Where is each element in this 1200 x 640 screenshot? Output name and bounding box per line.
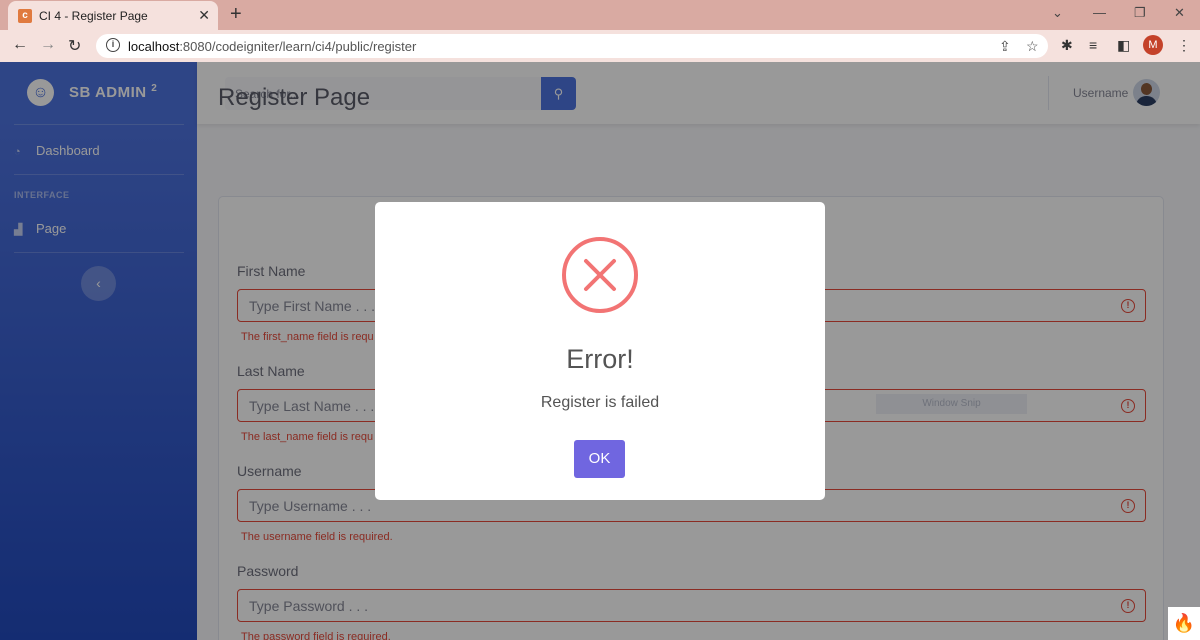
url-path: :8080/codeigniter/learn/ci4/public/regis… <box>179 39 417 54</box>
reload-icon[interactable]: ↻ <box>68 36 81 56</box>
ok-button[interactable]: OK <box>574 440 625 478</box>
new-tab-icon[interactable]: + <box>230 3 242 26</box>
codeigniter-debug-toolbar-icon[interactable]: 🔥 <box>1168 607 1200 640</box>
side-panel-icon[interactable]: ◧ <box>1117 37 1130 54</box>
browser-tab-bar: ᴄ CI 4 - Register Page ✕ + ⌄ — ❐ ✕ <box>0 0 1200 30</box>
error-x-icon <box>562 237 638 313</box>
forward-icon[interactable]: → <box>40 36 56 54</box>
tab-search-icon[interactable]: ⌄ <box>1052 5 1063 21</box>
error-modal: Error! Register is failed OK <box>375 202 825 500</box>
url-text: localhost:8080/codeigniter/learn/ci4/pub… <box>128 39 416 54</box>
site-info-icon[interactable]: i <box>106 38 120 52</box>
modal-title: Error! <box>566 344 634 374</box>
tab-close-icon[interactable]: ✕ <box>198 7 210 24</box>
back-icon[interactable]: ← <box>12 36 28 54</box>
share-icon[interactable]: ⇪ <box>999 38 1011 55</box>
tab-title: CI 4 - Register Page <box>39 9 148 23</box>
url-host: localhost <box>128 39 180 54</box>
codeigniter-favicon-icon: ᴄ <box>18 9 32 23</box>
restore-icon[interactable]: ❐ <box>1134 5 1146 21</box>
close-window-icon[interactable]: ✕ <box>1174 5 1185 21</box>
url-field[interactable]: i localhost:8080/codeigniter/learn/ci4/p… <box>96 34 1048 58</box>
browser-tab[interactable]: ᴄ CI 4 - Register Page ✕ <box>8 1 218 30</box>
bookmark-star-icon[interactable]: ☆ <box>1026 38 1039 55</box>
browser-menu-icon[interactable]: ⋮ <box>1177 37 1191 54</box>
browser-address-bar: ← → ↻ i localhost:8080/codeigniter/learn… <box>0 30 1200 62</box>
minimize-icon[interactable]: — <box>1093 5 1106 20</box>
media-control-icon[interactable]: ≡ <box>1089 37 1097 53</box>
modal-message: Register is failed <box>540 394 660 411</box>
profile-avatar[interactable]: M <box>1143 35 1163 55</box>
extensions-icon[interactable]: ✱ <box>1061 37 1073 54</box>
